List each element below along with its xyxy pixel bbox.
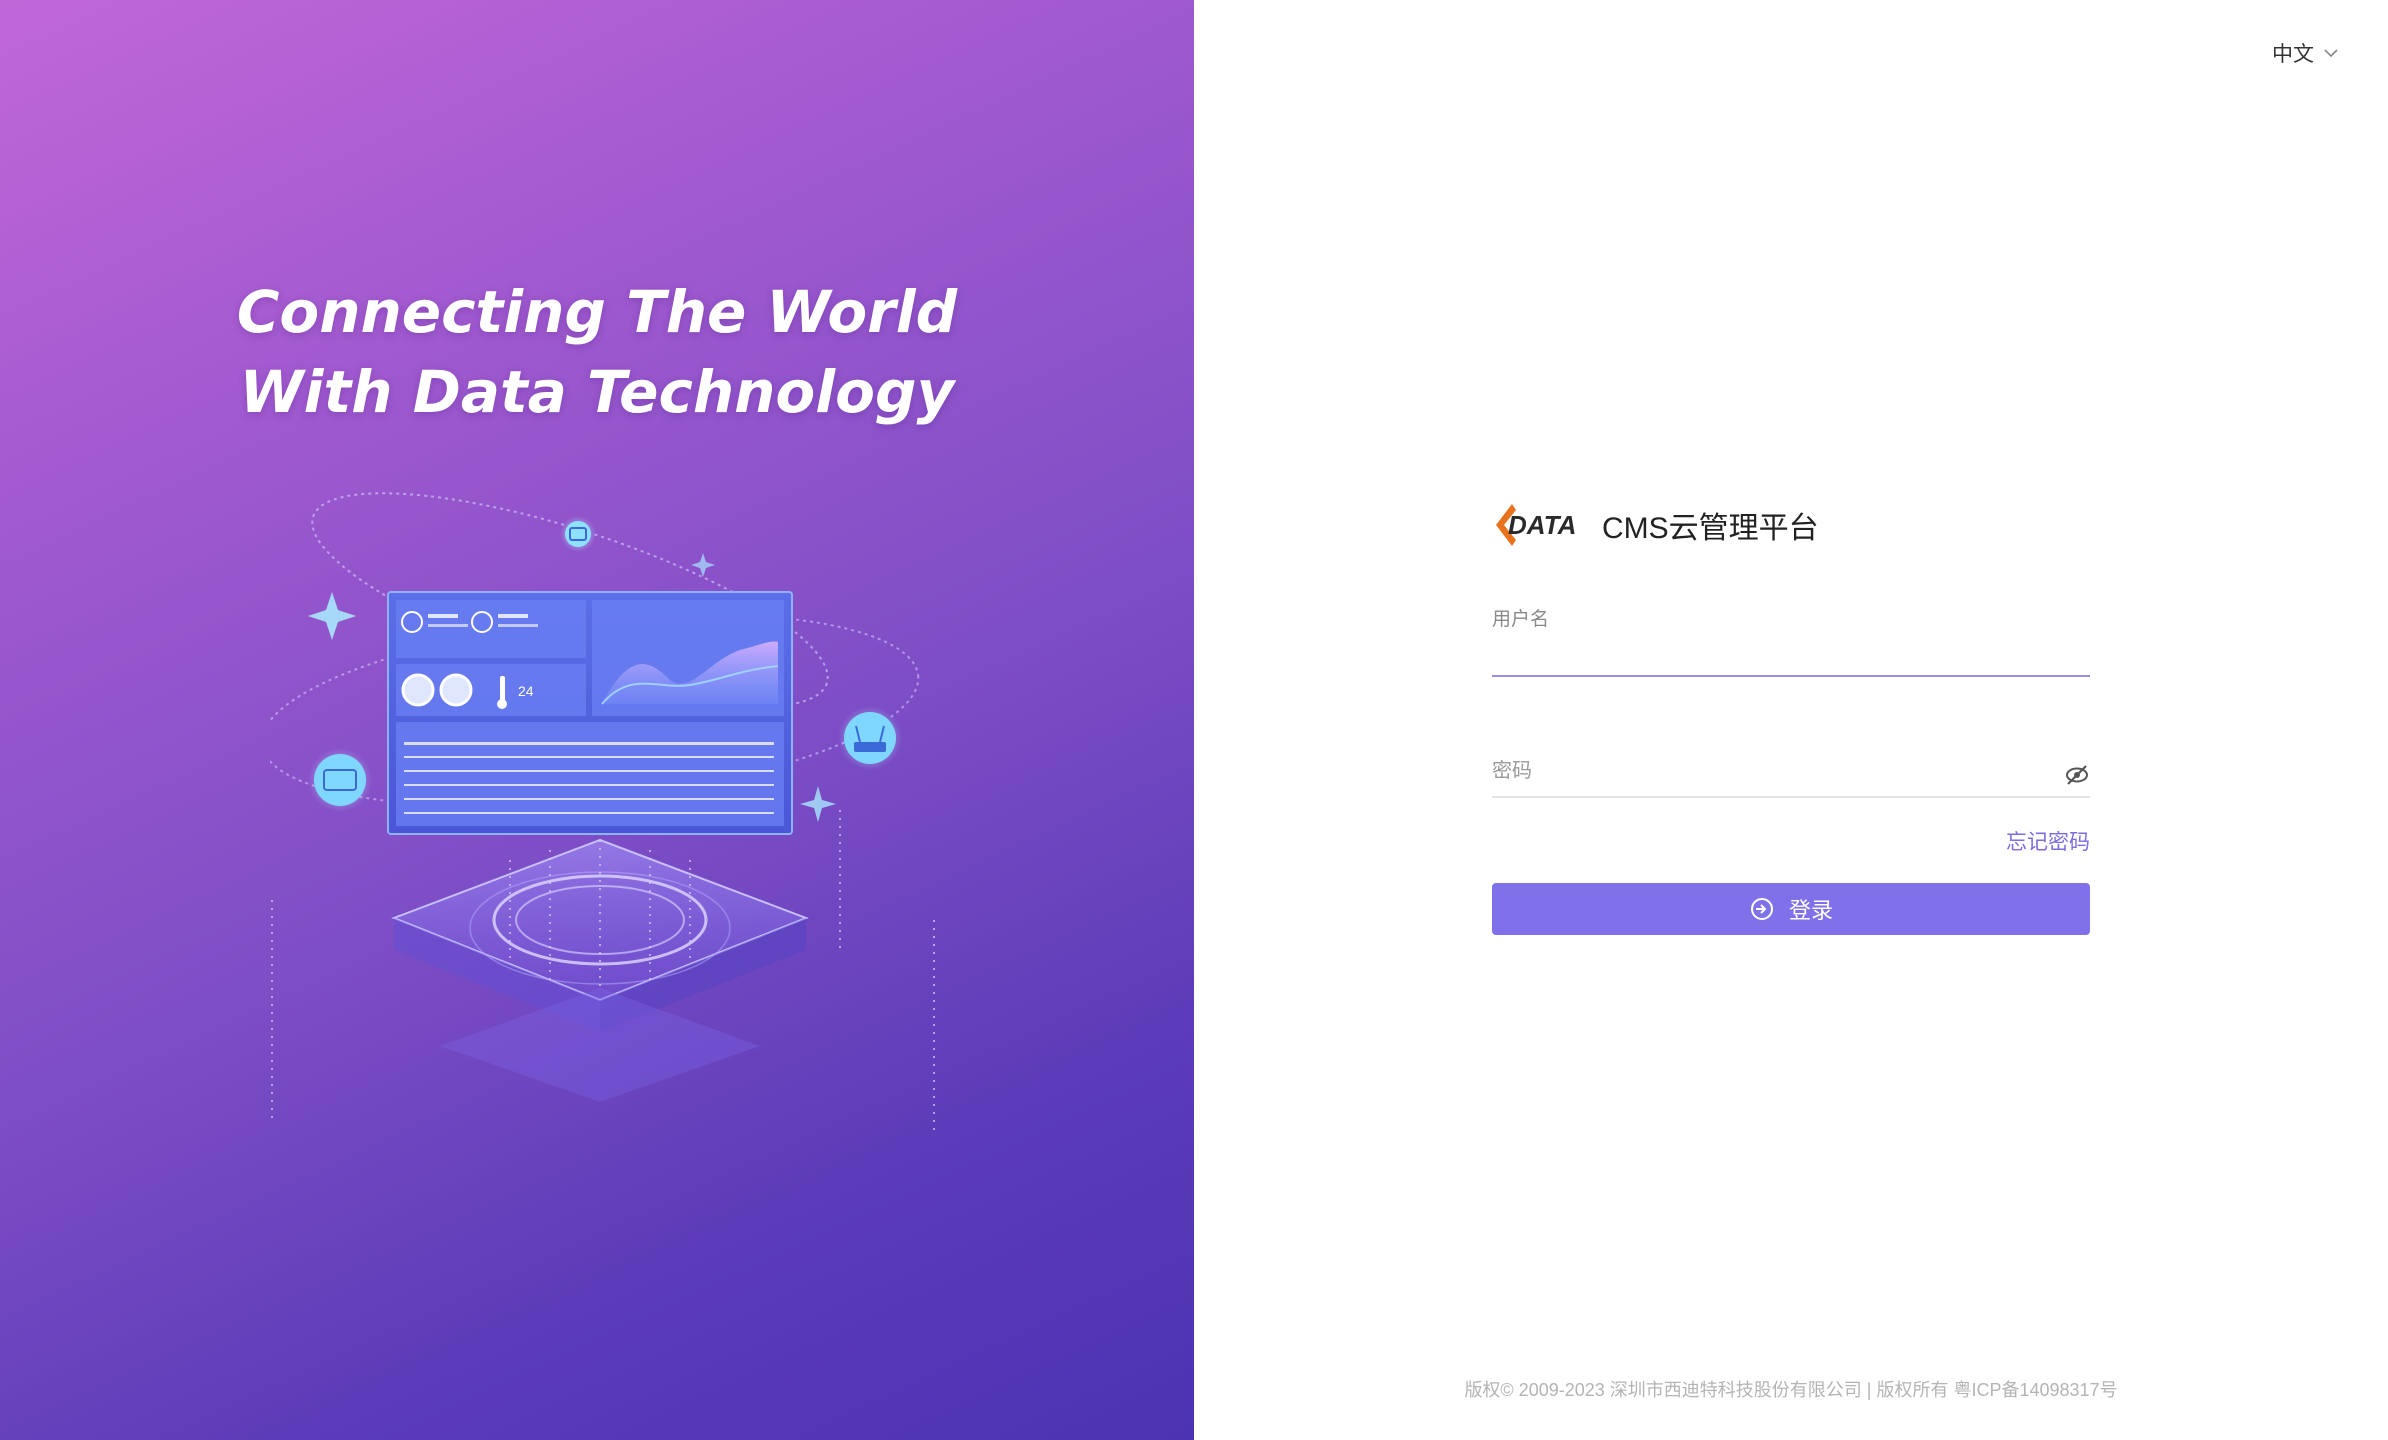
password-field: 密码	[1492, 752, 2090, 798]
forgot-password-link[interactable]: 忘记密码	[1492, 826, 2090, 856]
copyright-footer: 版权© 2009-2023 深圳市西迪特科技股份有限公司 | 版权所有 粤ICP…	[1464, 1380, 2118, 1400]
language-selector[interactable]: 中文	[2272, 38, 2340, 68]
language-label: 中文	[2272, 43, 2314, 66]
password-input[interactable]	[1492, 752, 2090, 792]
chip-node-icon	[560, 516, 596, 552]
hero-headline-line1: Connecting The World	[236, 278, 958, 346]
data-logo-icon: DATA	[1496, 504, 1576, 546]
server-node-icon	[308, 748, 372, 812]
login-button-label: 登录	[1788, 898, 1833, 923]
router-node-icon	[838, 706, 902, 770]
eye-off-icon[interactable]	[2064, 762, 2090, 788]
login-button[interactable]: 登录	[1492, 883, 2090, 935]
hero-headline-line2: With Data Technology	[239, 358, 955, 426]
hero-panel: Connecting The World With Data Technolog…	[0, 0, 1194, 1440]
login-panel: 中文 DATA CMS云管理平台 用户名 密码 忘记密码 登录 版权© 2009…	[1194, 0, 2388, 1440]
username-field: 用户名	[1492, 604, 2090, 677]
temperature-readout: 24	[518, 683, 534, 699]
password-underline	[1492, 796, 2090, 798]
platform-title: CMS云管理平台	[1602, 512, 1819, 545]
brand-header: DATA CMS云管理平台	[1492, 498, 1819, 552]
username-label: 用户名	[1492, 609, 1550, 630]
chevron-down-icon	[2324, 49, 2338, 58]
username-underline	[1492, 675, 2090, 677]
hologram-platform	[271, 810, 935, 1130]
dashboard-screen: 24	[387, 591, 793, 835]
svg-text:DATA: DATA	[1508, 510, 1576, 540]
dashboard-illustration: 24	[270, 492, 935, 1130]
login-icon	[1750, 898, 1773, 920]
username-input[interactable]	[1492, 631, 2090, 675]
